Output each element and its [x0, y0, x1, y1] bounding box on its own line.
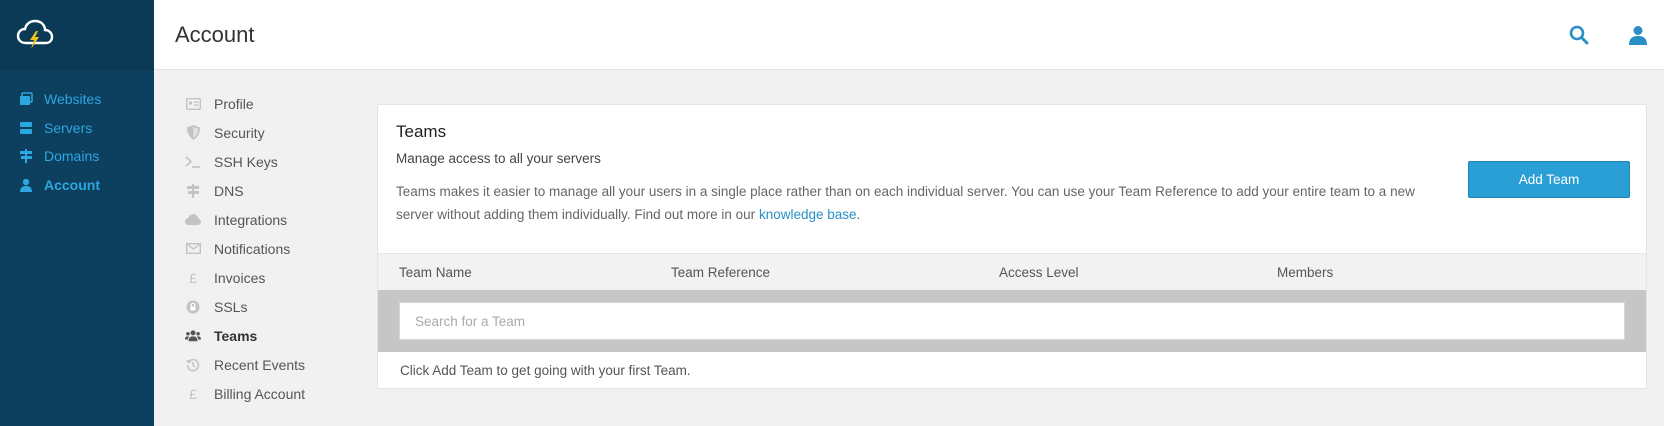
signpost-icon — [185, 183, 201, 199]
subnav-item-label: Billing Account — [214, 385, 306, 402]
nav-item-label: Account — [44, 176, 100, 193]
subnav-item-label: Invoices — [214, 269, 266, 286]
nav-item-account[interactable]: Account — [0, 171, 154, 200]
main-sidebar: Websites Servers Domains Account — [0, 0, 154, 426]
team-search-bar — [378, 290, 1646, 352]
nav-item-websites[interactable]: Websites — [0, 85, 154, 114]
envelope-icon — [185, 241, 201, 257]
subnav-item-security[interactable]: Security — [154, 118, 377, 147]
column-header-members[interactable]: Members — [1277, 265, 1333, 280]
subnav-item-label: Notifications — [214, 240, 291, 257]
nav-item-label: Servers — [44, 119, 93, 136]
id-card-icon — [185, 96, 201, 112]
page-title: Account — [175, 21, 255, 47]
user-menu-button[interactable] — [1626, 23, 1650, 47]
subnav-item-invoices[interactable]: £ Invoices — [154, 263, 377, 292]
table-header: Team Name Team Reference Access Level Me… — [378, 253, 1646, 290]
subnav-item-billing-account[interactable]: £ Billing Account — [154, 379, 377, 408]
subnav-item-profile[interactable]: Profile — [154, 89, 377, 118]
subnav-item-dns[interactable]: DNS — [154, 176, 377, 205]
subnav-item-label: Recent Events — [214, 356, 306, 373]
account-subnav: Profile Security SSH Keys DNS Integratio… — [154, 71, 377, 426]
history-icon — [185, 357, 201, 373]
search-icon — [1569, 25, 1589, 45]
subnav-item-label: SSLs — [214, 298, 248, 315]
team-search-input[interactable] — [399, 302, 1625, 340]
empty-state-message: Click Add Team to get going with your fi… — [400, 363, 691, 378]
subnav-item-label: SSH Keys — [214, 153, 278, 170]
subnav-item-notifications[interactable]: Notifications — [154, 234, 377, 263]
subnav-item-label: Integrations — [214, 211, 288, 228]
cloud-icon — [185, 212, 201, 228]
pound-icon: £ — [189, 269, 197, 286]
account-icon — [18, 177, 34, 193]
subnav-item-ssh-keys[interactable]: SSH Keys — [154, 147, 377, 176]
top-header: Account — [154, 0, 1664, 70]
description-end: . — [856, 207, 861, 222]
nav-item-servers[interactable]: Servers — [0, 114, 154, 143]
websites-icon — [18, 91, 34, 107]
add-team-button[interactable]: Add Team — [1468, 161, 1630, 198]
subnav-item-teams[interactable]: Teams — [154, 321, 377, 350]
shield-icon — [185, 125, 201, 141]
subnav-item-label: Teams — [214, 327, 258, 344]
pound-icon: £ — [189, 385, 197, 402]
subnav-item-integrations[interactable]: Integrations — [154, 205, 377, 234]
column-header-team-reference[interactable]: Team Reference — [671, 265, 770, 280]
users-icon — [185, 328, 201, 344]
search-button[interactable] — [1567, 23, 1591, 47]
section-subtitle: Manage access to all your servers — [396, 151, 601, 166]
nav-item-label: Domains — [44, 148, 100, 165]
servers-icon — [18, 120, 34, 136]
section-description: Teams makes it easier to manage all your… — [396, 180, 1446, 226]
subnav-item-recent-events[interactable]: Recent Events — [154, 350, 377, 379]
subnav-item-ssls[interactable]: SSLs — [154, 292, 377, 321]
user-icon — [1629, 26, 1647, 45]
knowledge-base-link[interactable]: knowledge base — [759, 207, 857, 222]
subnav-item-label: Profile — [214, 95, 254, 112]
domains-icon — [18, 148, 34, 164]
nav-item-label: Websites — [44, 91, 102, 108]
column-header-team-name[interactable]: Team Name — [399, 265, 472, 280]
lock-icon — [185, 299, 201, 315]
cloud-bolt-logo-icon — [16, 19, 54, 49]
subnav-item-label: Security — [214, 124, 265, 141]
logo[interactable] — [0, 0, 154, 70]
header-actions — [1567, 0, 1664, 70]
teams-card: Teams Manage access to all your servers … — [377, 104, 1647, 389]
teams-card-header: Teams Manage access to all your servers … — [378, 105, 1646, 253]
column-header-access-level[interactable]: Access Level — [999, 265, 1079, 280]
terminal-icon — [185, 154, 201, 170]
section-title: Teams — [396, 122, 447, 141]
description-text: Teams makes it easier to manage all your… — [396, 184, 1415, 222]
subnav-item-label: DNS — [214, 182, 244, 199]
nav-item-domains[interactable]: Domains — [0, 142, 154, 171]
